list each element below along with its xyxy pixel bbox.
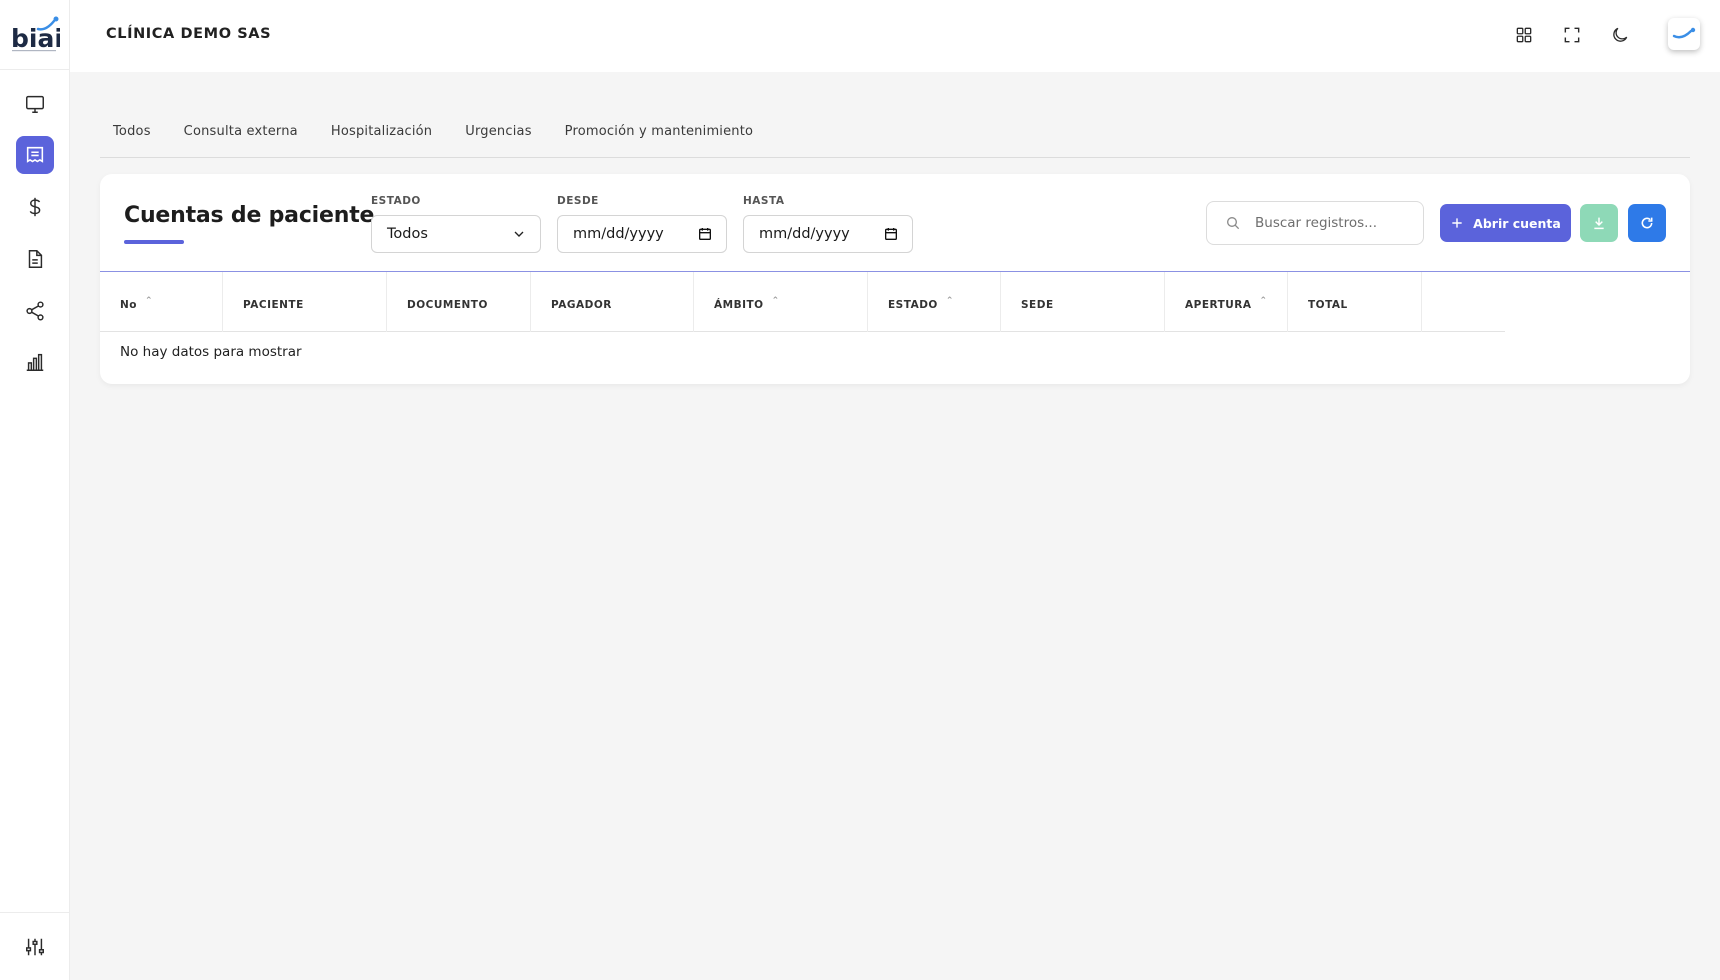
nav-share[interactable] <box>16 292 54 330</box>
column-header-apertura[interactable]: APERTURA ⌃ <box>1165 272 1288 332</box>
search-icon <box>1227 217 1240 230</box>
apps-grid-icon <box>1516 27 1532 43</box>
chevron-down-icon <box>514 231 524 237</box>
topbar: CLÍNICA DEMO SAS <box>70 0 1720 72</box>
download-icon <box>1594 217 1604 230</box>
logo[interactable]: biai <box>0 0 69 70</box>
nav-billing[interactable] <box>16 188 54 226</box>
nav-documents[interactable] <box>16 240 54 278</box>
column-label: ESTADO <box>888 299 938 311</box>
estado-select[interactable]: Todos <box>371 215 541 253</box>
calendar-icon <box>885 228 897 240</box>
sort-icon: ⌃ <box>945 296 954 306</box>
open-account-label: Abrir cuenta <box>1473 215 1561 231</box>
sort-icon: ⌃ <box>1259 296 1268 306</box>
column-label: TOTAL <box>1308 299 1348 311</box>
search-input[interactable]: Buscar registros... <box>1206 201 1424 245</box>
sort-icon: ⌃ <box>771 296 780 306</box>
scope-tabs: Todos Consulta externa Hospitalización U… <box>100 112 1690 158</box>
estado-select-value: Todos <box>387 226 428 242</box>
document-icon <box>28 250 43 268</box>
estado-label: ESTADO <box>371 195 421 207</box>
column-label: No <box>120 299 138 311</box>
title-underline <box>124 240 184 244</box>
nav-reports[interactable] <box>16 343 54 381</box>
sort-icon: ⌃ <box>145 296 154 306</box>
empty-table-message: No hay datos para mostrar <box>120 344 302 360</box>
calendar-icon <box>699 228 711 240</box>
column-header-paciente: PACIENTE <box>223 272 387 332</box>
desde-date-value: mm/dd/yyyy <box>573 226 664 242</box>
brand-avatar-icon <box>1672 27 1696 39</box>
column-label: PAGADOR <box>551 299 612 311</box>
card-header: Cuentas de paciente ESTADO Todos DESDE m… <box>100 174 1690 272</box>
tab-urgencias[interactable]: Urgencias <box>452 112 544 158</box>
column-header-sede: SEDE <box>1001 272 1165 332</box>
hasta-label: HASTA <box>743 195 785 207</box>
desde-label: DESDE <box>557 195 599 207</box>
column-header-documento: DOCUMENTO <box>387 272 531 332</box>
tab-consulta-externa[interactable]: Consulta externa <box>171 112 311 158</box>
moon-icon <box>1613 27 1628 42</box>
column-header-ambito[interactable]: ÁMBITO ⌃ <box>694 272 868 332</box>
tab-promocion-mantenimiento[interactable]: Promoción y mantenimiento <box>552 112 767 158</box>
card-title: Cuentas de paciente <box>124 203 375 228</box>
plus-icon <box>1452 218 1462 228</box>
bar-chart-icon <box>26 353 44 371</box>
desde-date-input[interactable]: mm/dd/yyyy <box>557 215 727 253</box>
fullscreen-button[interactable] <box>1558 21 1586 49</box>
clinic-name: CLÍNICA DEMO SAS <box>106 26 272 42</box>
sidebar: biai <box>0 0 70 980</box>
avatar[interactable] <box>1668 18 1700 50</box>
dollar-icon <box>29 197 41 217</box>
nav-settings[interactable] <box>0 912 69 980</box>
sliders-icon <box>25 938 44 955</box>
column-label: SEDE <box>1021 299 1054 311</box>
refresh-icon <box>1641 217 1653 229</box>
svg-text:biai: biai <box>11 24 60 53</box>
column-header-no[interactable]: No ⌃ <box>100 272 223 332</box>
share-icon <box>26 301 44 321</box>
column-label: ÁMBITO <box>714 299 764 311</box>
apps-button[interactable] <box>1510 21 1538 49</box>
fullscreen-icon <box>1564 27 1580 43</box>
tab-todos[interactable]: Todos <box>100 112 164 158</box>
column-header-estado[interactable]: ESTADO ⌃ <box>868 272 1001 332</box>
nav-monitor[interactable] <box>16 85 54 123</box>
monitor-icon <box>26 95 44 113</box>
hasta-date-value: mm/dd/yyyy <box>759 226 850 242</box>
patient-accounts-card: Cuentas de paciente ESTADO Todos DESDE m… <box>100 174 1690 384</box>
column-label: PACIENTE <box>243 299 304 311</box>
receipt-icon <box>26 146 44 163</box>
hasta-date-input[interactable]: mm/dd/yyyy <box>743 215 913 253</box>
nav-receipt[interactable] <box>16 136 54 174</box>
download-button[interactable] <box>1580 204 1618 242</box>
theme-toggle[interactable] <box>1606 21 1634 49</box>
open-account-button[interactable]: Abrir cuenta <box>1440 204 1571 242</box>
refresh-button[interactable] <box>1628 204 1666 242</box>
biai-logo-icon: biai <box>11 16 60 53</box>
column-header-pagador: PAGADOR <box>531 272 694 332</box>
column-label: APERTURA <box>1185 299 1252 311</box>
column-header-total: TOTAL <box>1288 272 1422 332</box>
search-placeholder: Buscar registros... <box>1255 215 1378 231</box>
tab-hospitalizacion[interactable]: Hospitalización <box>318 112 445 158</box>
table-header: No ⌃ PACIENTE DOCUMENTO PAGADOR ÁMBITO ⌃ E… <box>100 272 1505 332</box>
column-label: DOCUMENTO <box>407 299 488 311</box>
